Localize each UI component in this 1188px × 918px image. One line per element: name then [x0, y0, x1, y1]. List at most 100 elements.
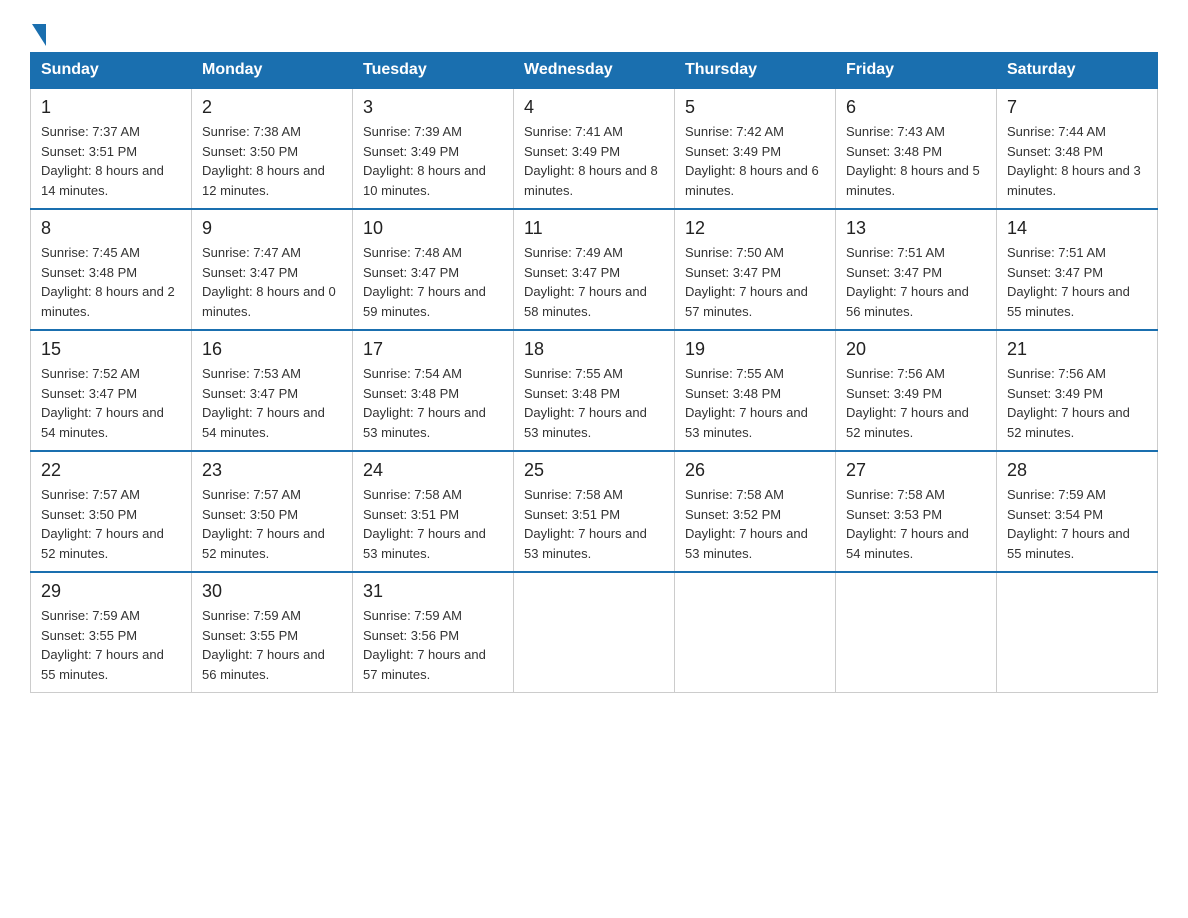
day-number: 17 [363, 339, 503, 360]
day-info: Sunrise: 7:56 AMSunset: 3:49 PMDaylight:… [1007, 366, 1130, 440]
day-number: 15 [41, 339, 181, 360]
day-number: 19 [685, 339, 825, 360]
calendar-cell: 26 Sunrise: 7:58 AMSunset: 3:52 PMDaylig… [675, 451, 836, 572]
day-info: Sunrise: 7:51 AMSunset: 3:47 PMDaylight:… [846, 245, 969, 319]
calendar-cell [836, 572, 997, 693]
calendar-cell: 8 Sunrise: 7:45 AMSunset: 3:48 PMDayligh… [31, 209, 192, 330]
day-number: 13 [846, 218, 986, 239]
calendar-cell: 1 Sunrise: 7:37 AMSunset: 3:51 PMDayligh… [31, 88, 192, 209]
day-number: 10 [363, 218, 503, 239]
calendar-week-row: 15 Sunrise: 7:52 AMSunset: 3:47 PMDaylig… [31, 330, 1158, 451]
day-info: Sunrise: 7:39 AMSunset: 3:49 PMDaylight:… [363, 124, 486, 198]
calendar-cell: 2 Sunrise: 7:38 AMSunset: 3:50 PMDayligh… [192, 88, 353, 209]
calendar-cell: 22 Sunrise: 7:57 AMSunset: 3:50 PMDaylig… [31, 451, 192, 572]
calendar-cell: 29 Sunrise: 7:59 AMSunset: 3:55 PMDaylig… [31, 572, 192, 693]
calendar-cell: 31 Sunrise: 7:59 AMSunset: 3:56 PMDaylig… [353, 572, 514, 693]
calendar-cell: 28 Sunrise: 7:59 AMSunset: 3:54 PMDaylig… [997, 451, 1158, 572]
calendar-header-wednesday: Wednesday [514, 53, 675, 89]
day-info: Sunrise: 7:50 AMSunset: 3:47 PMDaylight:… [685, 245, 808, 319]
day-info: Sunrise: 7:58 AMSunset: 3:53 PMDaylight:… [846, 487, 969, 561]
day-info: Sunrise: 7:54 AMSunset: 3:48 PMDaylight:… [363, 366, 486, 440]
calendar-cell: 5 Sunrise: 7:42 AMSunset: 3:49 PMDayligh… [675, 88, 836, 209]
day-info: Sunrise: 7:59 AMSunset: 3:55 PMDaylight:… [202, 608, 325, 682]
calendar-cell: 3 Sunrise: 7:39 AMSunset: 3:49 PMDayligh… [353, 88, 514, 209]
logo-arrow-icon [32, 24, 46, 46]
day-info: Sunrise: 7:49 AMSunset: 3:47 PMDaylight:… [524, 245, 647, 319]
day-info: Sunrise: 7:58 AMSunset: 3:51 PMDaylight:… [524, 487, 647, 561]
calendar-header-sunday: Sunday [31, 53, 192, 89]
day-number: 22 [41, 460, 181, 481]
day-info: Sunrise: 7:55 AMSunset: 3:48 PMDaylight:… [524, 366, 647, 440]
calendar-cell: 9 Sunrise: 7:47 AMSunset: 3:47 PMDayligh… [192, 209, 353, 330]
day-info: Sunrise: 7:58 AMSunset: 3:51 PMDaylight:… [363, 487, 486, 561]
calendar-cell: 18 Sunrise: 7:55 AMSunset: 3:48 PMDaylig… [514, 330, 675, 451]
logo [30, 20, 46, 42]
calendar-cell: 10 Sunrise: 7:48 AMSunset: 3:47 PMDaylig… [353, 209, 514, 330]
day-info: Sunrise: 7:47 AMSunset: 3:47 PMDaylight:… [202, 245, 336, 319]
day-number: 14 [1007, 218, 1147, 239]
calendar-cell [514, 572, 675, 693]
day-number: 24 [363, 460, 503, 481]
day-number: 30 [202, 581, 342, 602]
day-number: 3 [363, 97, 503, 118]
day-number: 28 [1007, 460, 1147, 481]
day-info: Sunrise: 7:37 AMSunset: 3:51 PMDaylight:… [41, 124, 164, 198]
day-info: Sunrise: 7:58 AMSunset: 3:52 PMDaylight:… [685, 487, 808, 561]
calendar-cell: 15 Sunrise: 7:52 AMSunset: 3:47 PMDaylig… [31, 330, 192, 451]
calendar-header-row: SundayMondayTuesdayWednesdayThursdayFrid… [31, 53, 1158, 89]
day-info: Sunrise: 7:48 AMSunset: 3:47 PMDaylight:… [363, 245, 486, 319]
day-info: Sunrise: 7:59 AMSunset: 3:55 PMDaylight:… [41, 608, 164, 682]
calendar-cell: 14 Sunrise: 7:51 AMSunset: 3:47 PMDaylig… [997, 209, 1158, 330]
calendar-week-row: 8 Sunrise: 7:45 AMSunset: 3:48 PMDayligh… [31, 209, 1158, 330]
day-number: 29 [41, 581, 181, 602]
day-info: Sunrise: 7:43 AMSunset: 3:48 PMDaylight:… [846, 124, 980, 198]
day-number: 20 [846, 339, 986, 360]
calendar-header-thursday: Thursday [675, 53, 836, 89]
calendar-cell [997, 572, 1158, 693]
calendar-cell: 11 Sunrise: 7:49 AMSunset: 3:47 PMDaylig… [514, 209, 675, 330]
calendar-header-friday: Friday [836, 53, 997, 89]
calendar-week-row: 1 Sunrise: 7:37 AMSunset: 3:51 PMDayligh… [31, 88, 1158, 209]
calendar-week-row: 29 Sunrise: 7:59 AMSunset: 3:55 PMDaylig… [31, 572, 1158, 693]
calendar-cell: 19 Sunrise: 7:55 AMSunset: 3:48 PMDaylig… [675, 330, 836, 451]
day-number: 21 [1007, 339, 1147, 360]
day-number: 31 [363, 581, 503, 602]
day-info: Sunrise: 7:45 AMSunset: 3:48 PMDaylight:… [41, 245, 175, 319]
day-info: Sunrise: 7:59 AMSunset: 3:56 PMDaylight:… [363, 608, 486, 682]
day-info: Sunrise: 7:55 AMSunset: 3:48 PMDaylight:… [685, 366, 808, 440]
calendar-cell: 25 Sunrise: 7:58 AMSunset: 3:51 PMDaylig… [514, 451, 675, 572]
day-number: 4 [524, 97, 664, 118]
page-header [30, 20, 1158, 42]
day-number: 11 [524, 218, 664, 239]
calendar-table: SundayMondayTuesdayWednesdayThursdayFrid… [30, 52, 1158, 693]
calendar-cell: 7 Sunrise: 7:44 AMSunset: 3:48 PMDayligh… [997, 88, 1158, 209]
day-number: 5 [685, 97, 825, 118]
calendar-cell: 30 Sunrise: 7:59 AMSunset: 3:55 PMDaylig… [192, 572, 353, 693]
calendar-cell: 16 Sunrise: 7:53 AMSunset: 3:47 PMDaylig… [192, 330, 353, 451]
calendar-header-saturday: Saturday [997, 53, 1158, 89]
calendar-cell: 21 Sunrise: 7:56 AMSunset: 3:49 PMDaylig… [997, 330, 1158, 451]
day-info: Sunrise: 7:44 AMSunset: 3:48 PMDaylight:… [1007, 124, 1141, 198]
calendar-cell: 12 Sunrise: 7:50 AMSunset: 3:47 PMDaylig… [675, 209, 836, 330]
calendar-cell: 13 Sunrise: 7:51 AMSunset: 3:47 PMDaylig… [836, 209, 997, 330]
day-number: 18 [524, 339, 664, 360]
day-info: Sunrise: 7:41 AMSunset: 3:49 PMDaylight:… [524, 124, 658, 198]
day-number: 23 [202, 460, 342, 481]
calendar-week-row: 22 Sunrise: 7:57 AMSunset: 3:50 PMDaylig… [31, 451, 1158, 572]
day-info: Sunrise: 7:59 AMSunset: 3:54 PMDaylight:… [1007, 487, 1130, 561]
calendar-cell: 23 Sunrise: 7:57 AMSunset: 3:50 PMDaylig… [192, 451, 353, 572]
day-number: 27 [846, 460, 986, 481]
calendar-cell: 6 Sunrise: 7:43 AMSunset: 3:48 PMDayligh… [836, 88, 997, 209]
day-number: 25 [524, 460, 664, 481]
day-info: Sunrise: 7:57 AMSunset: 3:50 PMDaylight:… [41, 487, 164, 561]
day-number: 16 [202, 339, 342, 360]
calendar-cell: 20 Sunrise: 7:56 AMSunset: 3:49 PMDaylig… [836, 330, 997, 451]
day-info: Sunrise: 7:57 AMSunset: 3:50 PMDaylight:… [202, 487, 325, 561]
day-info: Sunrise: 7:38 AMSunset: 3:50 PMDaylight:… [202, 124, 325, 198]
calendar-cell: 24 Sunrise: 7:58 AMSunset: 3:51 PMDaylig… [353, 451, 514, 572]
day-number: 9 [202, 218, 342, 239]
calendar-cell: 4 Sunrise: 7:41 AMSunset: 3:49 PMDayligh… [514, 88, 675, 209]
calendar-cell: 27 Sunrise: 7:58 AMSunset: 3:53 PMDaylig… [836, 451, 997, 572]
day-number: 6 [846, 97, 986, 118]
day-info: Sunrise: 7:53 AMSunset: 3:47 PMDaylight:… [202, 366, 325, 440]
